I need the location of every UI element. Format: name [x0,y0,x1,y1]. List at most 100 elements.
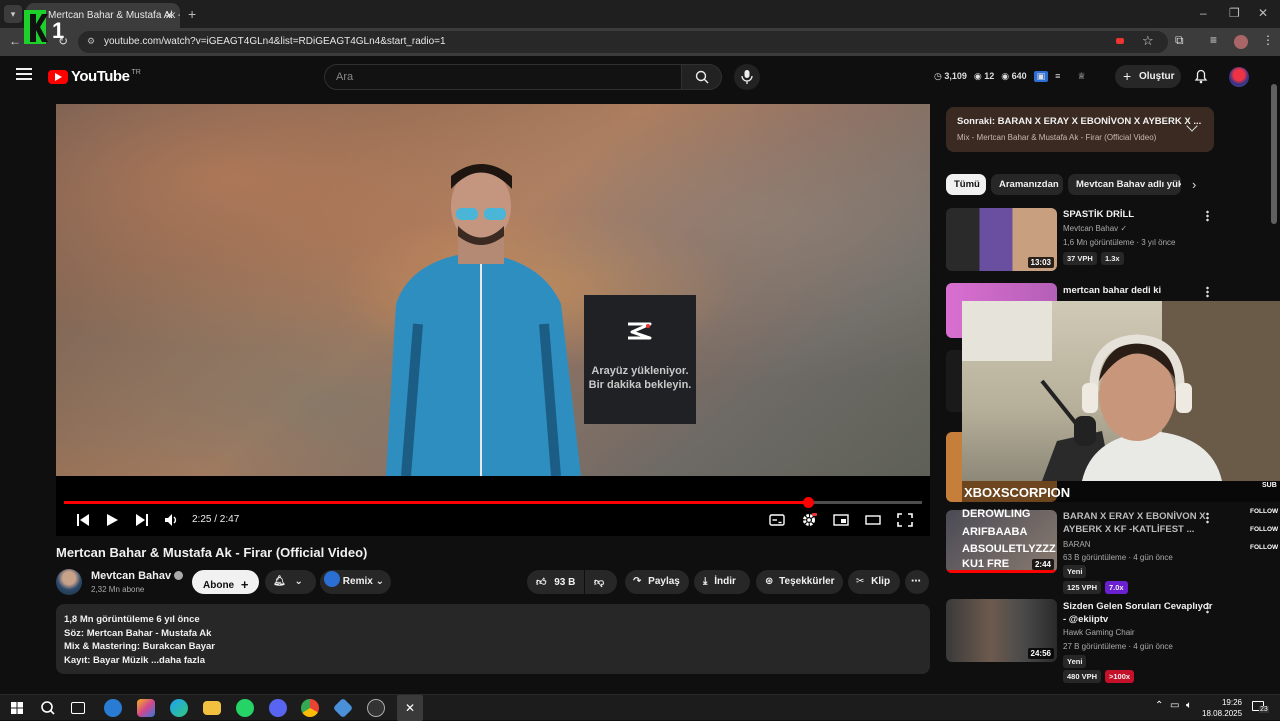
extensions-icon[interactable]: ⧉ [1175,33,1184,48]
notifications-bell-icon[interactable] [1193,68,1209,84]
edge-icon[interactable] [170,699,188,717]
follow-label: FOLLOW [1250,544,1279,551]
obs-icon[interactable] [367,699,385,717]
hamburger-menu-icon[interactable] [16,68,32,80]
scrubber-handle[interactable] [802,497,814,508]
search-icon[interactable] [39,699,57,717]
loading-text: Arayüz yükleniyor. Bir dakika bekleyin. [588,365,692,391]
previous-icon[interactable] [75,513,91,527]
bookmark-star-icon[interactable]: ☆ [1142,33,1154,49]
more-options-icon[interactable] [1206,512,1209,524]
progress-bar[interactable] [64,497,922,508]
more-actions-button[interactable]: ⋯ [905,570,929,594]
sidebar-video-title[interactable]: mertcan bahar dedi ki [1063,284,1213,297]
chevron-right-icon[interactable]: › [1192,177,1196,192]
settings-gear-icon[interactable] [801,513,817,527]
chip-from-search[interactable]: Aramanızdan [991,174,1063,195]
browser-menu-icon[interactable]: ⋮ [1262,33,1274,47]
description-box[interactable]: 1,8 Mn görüntüleme 6 yıl önce Söz: Mertc… [56,604,930,674]
more-options-icon[interactable] [1206,210,1209,222]
discord-icon[interactable] [269,699,287,717]
youtube-logo[interactable]: YouTube TR [48,68,141,85]
capcut-taskbar-button[interactable]: ✕ [397,695,423,721]
create-button[interactable]: + Oluştur [1115,65,1181,88]
sidebar-video-title[interactable]: Sizden Gelen Soruları Cevaplıyor - @ekii… [1063,600,1213,626]
copilot-icon[interactable] [137,699,155,717]
steam-icon[interactable] [104,699,122,717]
media-indicator-icon[interactable] [1116,38,1124,44]
vph-badge: 125 VPH [1063,581,1102,594]
search-input[interactable]: Ara [324,64,682,90]
remix-button[interactable]: Remix ⌄ [320,570,391,594]
chrome-icon[interactable] [301,699,319,717]
channel-name[interactable]: Mevtcan Bahav [91,570,184,582]
tab-close-icon[interactable]: ✕ [165,9,174,22]
file-explorer-icon[interactable] [203,701,221,715]
media-controls-icon[interactable]: ≡ [1210,33,1217,47]
url-input[interactable]: ⚙ youtube.com/watch?v=iGEAGT4GLn4&list=R… [78,31,1168,53]
user-avatar[interactable] [1229,67,1249,87]
channel-avatar[interactable] [56,569,82,595]
miniplayer-icon[interactable] [833,513,849,527]
volume-icon[interactable]: 🔈︎ [1186,700,1192,711]
sidebar-video-title[interactable]: BARAN X ERAY X EBONİVON X AYBERK X KF -K… [1063,510,1213,536]
show-more-link[interactable]: ...daha fazla [151,655,205,666]
page-scrollbar[interactable] [1271,84,1277,224]
share-button[interactable]: ↷ Paylaş [625,570,689,594]
video-thumbnail[interactable]: 24:56 [946,599,1057,662]
new-tab-icon[interactable]: + [188,6,196,22]
thanks-icon: ⊛ [765,576,774,587]
chip-all[interactable]: Tümü [946,174,986,195]
site-info-icon[interactable]: ⚙ [87,36,95,47]
sidebar-video-channel[interactable]: BARAN [1063,540,1091,549]
trophy-icon[interactable]: ♕ [1077,71,1085,82]
task-view-icon[interactable] [71,702,85,714]
notification-bell-button[interactable]: 🔔︎ ⌄ [265,570,316,594]
follow-label: FOLLOW [1250,526,1279,533]
video-frame[interactable]: Arayüz yükleniyor. Bir dakika bekleyin. [56,104,930,476]
play-icon[interactable] [104,513,120,527]
network-icon[interactable]: ▭ [1170,700,1179,711]
sidebar-video-channel[interactable]: Mevtcan Bahav ✓ [1063,224,1127,233]
extension-icon[interactable]: ▣ [1033,71,1049,82]
thanks-button[interactable]: ⊛ Teşekkürler [756,570,843,594]
tray-arrow-icon[interactable]: ⌃ [1155,700,1163,711]
search-icon [695,70,709,84]
volume-icon[interactable] [164,513,180,527]
profile-icon[interactable] [1234,35,1248,49]
subtitles-icon[interactable] [769,513,785,527]
list-icon[interactable]: ≡ [1055,71,1060,82]
more-options-icon[interactable] [1206,602,1209,614]
sub-label: SUB [1262,482,1277,489]
verified-icon [174,570,184,580]
whatsapp-icon[interactable] [236,699,254,717]
clip-button[interactable]: ✂ Klip [848,570,900,594]
minimize-icon[interactable]: – [1200,6,1207,20]
chip-channel[interactable]: Mevtcan Bahav adlı yük [1068,174,1181,195]
video-thumbnail[interactable]: 13:03 [946,208,1057,271]
country-code: TR [131,69,141,76]
sidebar-video-title[interactable]: SPASTİK DRİLL [1063,208,1213,221]
video-player[interactable]: Arayüz yükleniyor. Bir dakika bekleyin. … [56,104,930,536]
sidebar-video-channel[interactable]: Hawk Gaming Chair [1063,628,1135,637]
next-icon[interactable] [134,513,150,527]
download-button[interactable]: ⤓ İndir [694,570,750,594]
windows-start-icon[interactable] [8,699,26,717]
more-options-icon[interactable] [1206,286,1209,298]
search-button[interactable] [682,64,722,90]
up-next-panel[interactable]: Sonraki: BARAN X ERAY X EBONİVON X AYBER… [946,107,1214,152]
restore-icon[interactable]: ❐ [1229,6,1240,20]
theater-mode-icon[interactable] [865,513,881,527]
back-icon[interactable]: ← [9,34,21,48]
window-close-icon[interactable]: ✕ [1258,6,1268,20]
voice-search-button[interactable] [734,64,760,90]
dislike-button[interactable]: 👎︎ [585,570,617,594]
streamer-figure [1040,334,1222,481]
fullscreen-icon[interactable] [897,513,913,527]
tab-search-button[interactable]: ▾ [4,5,22,23]
taskbar-clock[interactable]: 19:26 18.08.2025 [1202,697,1242,719]
new-badge: Yeni [1063,655,1087,668]
subscribe-button[interactable]: Abone + [192,570,259,594]
app-icon[interactable] [332,697,354,719]
like-button[interactable]: 👍︎ 93 B [527,570,584,594]
